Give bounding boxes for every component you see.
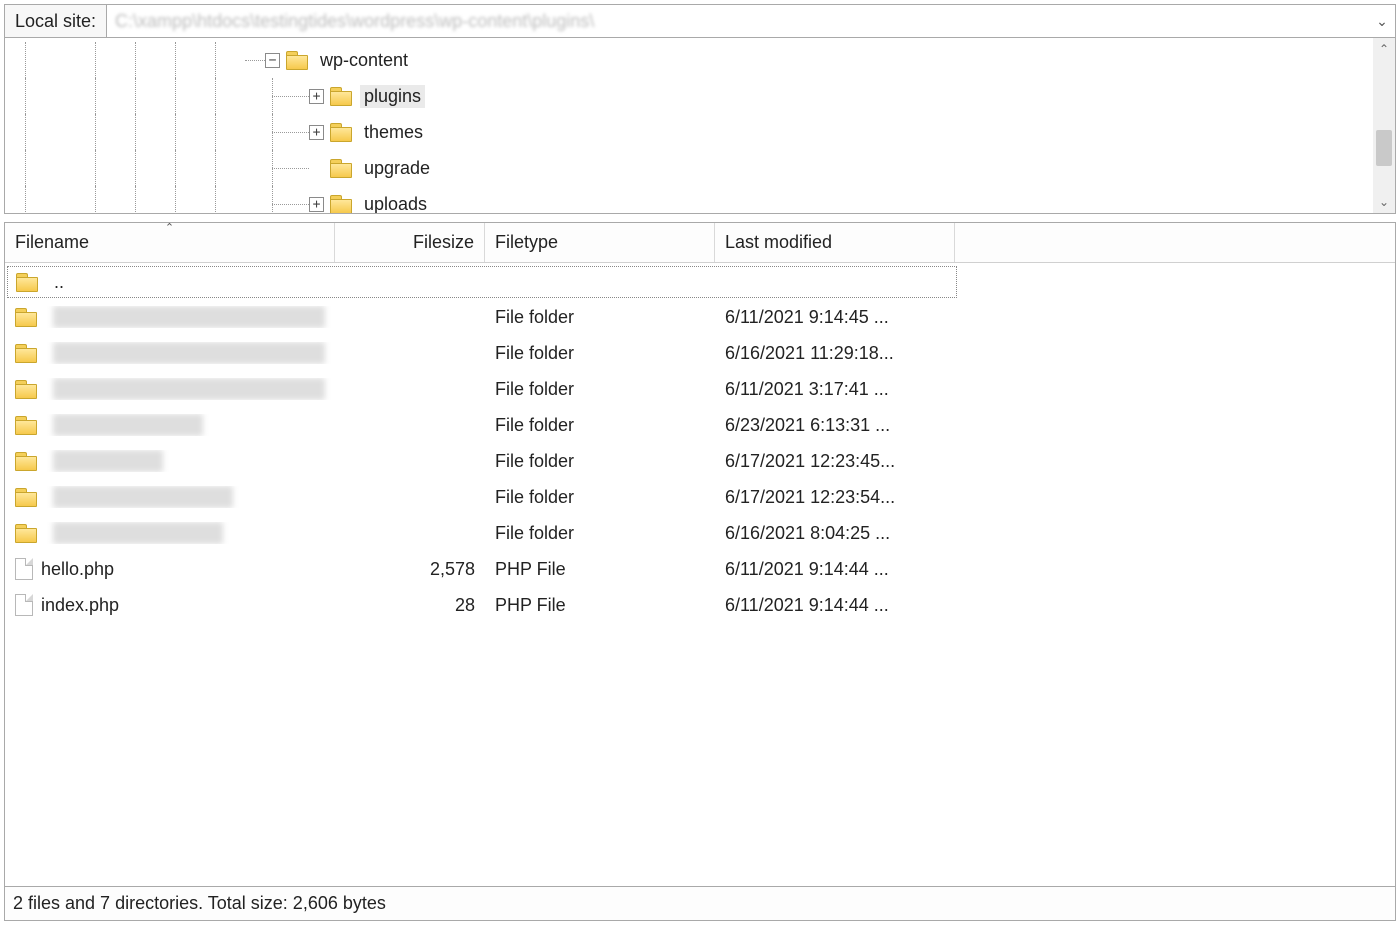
column-header-filename-label: Filename — [15, 232, 89, 253]
file-type: File folder — [485, 487, 715, 508]
tree-expand-icon[interactable]: + — [309, 197, 324, 212]
folder-icon — [15, 416, 37, 434]
folder-icon — [15, 488, 37, 506]
tree-expand-icon[interactable]: + — [309, 125, 324, 140]
path-dropdown-button[interactable]: ⌄ — [1369, 5, 1395, 37]
redacted-filename — [53, 414, 203, 436]
column-header-filetype-label: Filetype — [495, 232, 558, 253]
tree-item-label: wp-content — [316, 49, 412, 72]
file-row[interactable]: File folder6/11/2021 3:17:41 ... — [5, 371, 1395, 407]
sort-ascending-icon: ⌃ — [165, 222, 174, 234]
tree-item[interactable]: upgrade — [5, 150, 1373, 186]
file-modified: 6/11/2021 9:14:45 ... — [715, 307, 955, 328]
file-type: PHP File — [485, 559, 715, 580]
redacted-filename — [53, 306, 325, 328]
file-icon — [15, 558, 33, 580]
file-type: File folder — [485, 307, 715, 328]
redacted-filename — [53, 522, 223, 544]
file-modified: 6/11/2021 3:17:41 ... — [715, 379, 955, 400]
redacted-filename — [53, 342, 325, 364]
scroll-up-button[interactable]: ⌃ — [1373, 38, 1395, 60]
tree-expand-icon[interactable]: + — [309, 89, 324, 104]
file-icon — [15, 594, 33, 616]
scroll-thumb[interactable] — [1376, 130, 1392, 166]
tree-item-label: themes — [360, 121, 427, 144]
column-header-last-modified[interactable]: Last modified — [715, 223, 955, 262]
tree-collapse-icon[interactable]: − — [265, 53, 280, 68]
local-site-pathbar: Local site: C:\xampp\htdocs\testingtides… — [4, 4, 1396, 38]
column-header-filesize-label: Filesize — [413, 232, 474, 253]
file-name: hello.php — [41, 559, 114, 580]
folder-icon — [16, 273, 38, 291]
file-size: 2,578 — [335, 559, 485, 580]
file-list-header: ⌃ Filename Filesize Filetype Last modifi… — [5, 223, 1395, 263]
column-header-filetype[interactable]: Filetype — [485, 223, 715, 262]
file-row[interactable]: index.php 28PHP File6/11/2021 9:14:44 ... — [5, 587, 1395, 623]
column-header-filesize[interactable]: Filesize — [335, 223, 485, 262]
file-type: File folder — [485, 451, 715, 472]
file-modified: 6/11/2021 9:14:44 ... — [715, 595, 955, 616]
redacted-filename — [53, 486, 233, 508]
file-modified: 6/23/2021 6:13:31 ... — [715, 415, 955, 436]
local-site-path-input[interactable]: C:\xampp\htdocs\testingtides\wordpress\w… — [107, 5, 1369, 37]
folder-icon — [330, 123, 352, 141]
file-type: File folder — [485, 343, 715, 364]
column-header-filename[interactable]: ⌃ Filename — [5, 223, 335, 262]
file-type: PHP File — [485, 595, 715, 616]
redacted-filename — [53, 378, 325, 400]
scroll-down-button[interactable]: ⌄ — [1373, 191, 1395, 213]
file-name: index.php — [41, 595, 119, 616]
folder-icon — [15, 380, 37, 398]
file-row[interactable]: File folder6/17/2021 12:23:45... — [5, 443, 1395, 479]
parent-directory-row[interactable]: .. — [5, 263, 1395, 299]
file-row[interactable]: hello.php 2,578PHP File6/11/2021 9:14:44 … — [5, 551, 1395, 587]
file-modified: 6/11/2021 9:14:44 ... — [715, 559, 955, 580]
tree-scrollbar[interactable]: ⌃ ⌄ — [1373, 38, 1395, 213]
file-modified: 6/16/2021 8:04:25 ... — [715, 523, 955, 544]
tree-item-label: upgrade — [360, 157, 434, 180]
file-row[interactable]: File folder6/23/2021 6:13:31 ... — [5, 407, 1395, 443]
tree-item-label: plugins — [360, 85, 425, 108]
file-type: File folder — [485, 523, 715, 544]
file-list: ⌃ Filename Filesize Filetype Last modifi… — [4, 222, 1396, 887]
folder-icon — [330, 159, 352, 177]
tree-item[interactable]: + plugins — [5, 78, 1373, 114]
redacted-filename — [53, 450, 163, 472]
column-header-last-modified-label: Last modified — [725, 232, 832, 253]
chevron-down-icon: ⌄ — [1376, 13, 1388, 30]
local-site-label: Local site: — [5, 5, 107, 37]
folder-tree[interactable]: − wp-content + plugins + themes upgrade + upload… — [4, 38, 1396, 214]
status-bar: 2 files and 7 directories. Total size: 2… — [4, 887, 1396, 921]
local-panel: Local site: C:\xampp\htdocs\testingtides… — [0, 0, 1400, 925]
file-type: File folder — [485, 379, 715, 400]
folder-icon — [330, 87, 352, 105]
folder-icon — [15, 524, 37, 542]
tree-item[interactable]: + themes — [5, 114, 1373, 150]
folder-icon — [15, 308, 37, 326]
tree-item-label: uploads — [360, 193, 431, 215]
file-row[interactable]: File folder6/11/2021 9:14:45 ... — [5, 299, 1395, 335]
file-row[interactable]: File folder6/16/2021 11:29:18... — [5, 335, 1395, 371]
tree-item[interactable]: − wp-content — [5, 42, 1373, 78]
file-size: 28 — [335, 595, 485, 616]
file-row[interactable]: File folder6/17/2021 12:23:54... — [5, 479, 1395, 515]
file-modified: 6/17/2021 12:23:45... — [715, 451, 955, 472]
file-modified: 6/16/2021 11:29:18... — [715, 343, 955, 364]
file-type: File folder — [485, 415, 715, 436]
file-row[interactable]: File folder6/16/2021 8:04:25 ... — [5, 515, 1395, 551]
folder-icon — [286, 51, 308, 69]
parent-directory-label: .. — [54, 272, 64, 293]
folder-icon — [330, 195, 352, 213]
folder-icon — [15, 452, 37, 470]
tree-item[interactable]: + uploads — [5, 186, 1373, 214]
folder-icon — [15, 344, 37, 362]
file-modified: 6/17/2021 12:23:54... — [715, 487, 955, 508]
